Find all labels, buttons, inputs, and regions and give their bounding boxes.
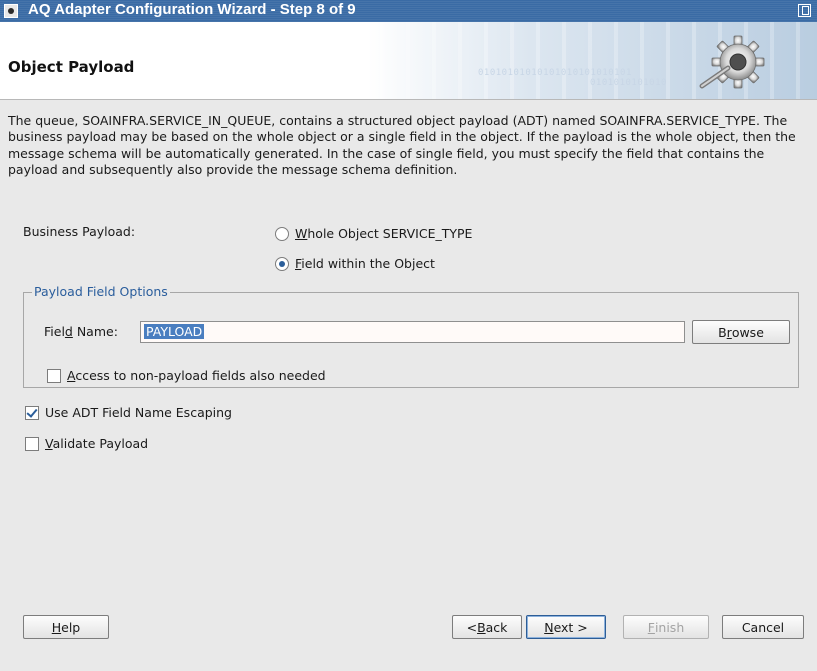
access-non-payload-checkbox[interactable]: Access to non-payload fields also needed <box>47 368 326 383</box>
radio-field-within-object-label: Field within the Object <box>295 256 435 271</box>
payload-field-options-legend: Payload Field Options <box>32 284 170 299</box>
radio-field-within-object[interactable]: Field within the Object <box>275 256 435 271</box>
use-adt-escaping-checkbox-box[interactable] <box>25 405 39 420</box>
validate-payload-checkbox-box[interactable] <box>25 436 39 451</box>
radio-whole-object[interactable]: Whole Object SERVICE_TYPE <box>275 226 472 241</box>
field-name-value: PAYLOAD <box>144 324 205 339</box>
access-non-payload-label: Access to non-payload fields also needed <box>67 368 326 383</box>
window-title: AQ Adapter Configuration Wizard - Step 8… <box>28 1 356 18</box>
validate-payload-label: Validate Payload <box>45 436 149 451</box>
browse-button[interactable]: Br owse <box>692 320 790 344</box>
page-title: Object Payload <box>8 58 135 76</box>
use-adt-escaping-checkbox[interactable]: Use ADT Field Name Escaping <box>25 405 232 420</box>
business-payload-label: Business Payload: <box>23 224 136 239</box>
wizard-header: 01010101010101010101010101 0101010101010… <box>0 22 817 100</box>
radio-whole-object-indicator[interactable] <box>275 226 289 241</box>
radio-field-within-object-indicator[interactable] <box>275 256 289 271</box>
header-binary-decoration: 01010101010101010101010101 <box>478 68 632 78</box>
field-name-input[interactable]: PAYLOAD <box>140 321 685 343</box>
cancel-button[interactable]: Cancel <box>722 615 804 639</box>
next-button[interactable]: Next > <box>526 615 606 639</box>
finish-button: Finish <box>623 615 709 639</box>
header-binary-decoration-2: 0101010101010 <box>590 78 667 88</box>
maximize-icon[interactable] <box>798 4 811 17</box>
gear-icon <box>699 35 765 89</box>
help-button[interactable]: Help <box>23 615 109 639</box>
use-adt-escaping-label: Use ADT Field Name Escaping <box>45 405 232 420</box>
window-titlebar[interactable]: AQ Adapter Configuration Wizard - Step 8… <box>0 0 817 22</box>
radio-whole-object-label: Whole Object SERVICE_TYPE <box>295 226 473 241</box>
back-button[interactable]: < Back <box>452 615 522 639</box>
description-text: The queue, SOAINFRA.SERVICE_IN_QUEUE, co… <box>8 113 796 178</box>
access-non-payload-checkbox-box[interactable] <box>47 368 61 383</box>
validate-payload-checkbox[interactable]: Validate Payload <box>25 436 148 451</box>
window-menu-icon[interactable] <box>4 4 18 18</box>
field-name-label: Field Name: <box>44 324 118 339</box>
